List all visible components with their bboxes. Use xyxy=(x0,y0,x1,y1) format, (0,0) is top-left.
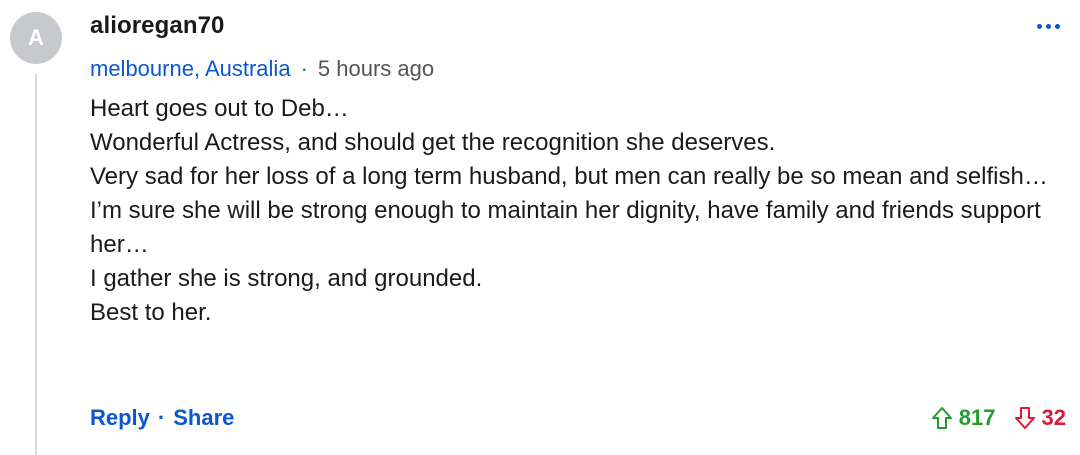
avatar[interactable]: A xyxy=(10,12,62,64)
comment-line: I gather she is strong, and grounded. xyxy=(90,265,483,292)
location-link[interactable]: melbourne, Australia xyxy=(90,56,291,82)
vote-controls: 817 32 xyxy=(931,405,1066,431)
username[interactable]: alioregan70 xyxy=(90,12,225,40)
more-dot xyxy=(1037,24,1042,29)
comment-meta: melbourne, Australia · 5 hours ago xyxy=(90,56,434,82)
upvote-button[interactable]: 817 xyxy=(931,405,996,431)
share-button[interactable]: Share xyxy=(173,405,234,431)
more-dot xyxy=(1046,24,1051,29)
downvote-button[interactable]: 32 xyxy=(1014,405,1066,431)
comment-line: I’m sure she will be strong enough to ma… xyxy=(90,197,1041,258)
reply-button[interactable]: Reply xyxy=(90,405,150,431)
action-separator: · xyxy=(157,405,166,430)
timestamp: 5 hours ago xyxy=(317,56,435,81)
comment-line: Very sad for her loss of a long term hus… xyxy=(90,163,1048,190)
comment-line: Wonderful Actress, and should get the re… xyxy=(90,129,776,156)
comment-actions: Reply · Share xyxy=(90,405,234,431)
arrow-up-icon xyxy=(931,407,952,429)
downvote-count: 32 xyxy=(1041,405,1066,430)
meta-separator: · xyxy=(300,56,308,81)
comment-line: Heart goes out to Deb… xyxy=(90,95,349,122)
arrow-down-icon xyxy=(1014,407,1035,429)
more-dot xyxy=(1055,24,1060,29)
avatar-initial: A xyxy=(28,25,44,50)
comment-body: Heart goes out to Deb… Wonderful Actress… xyxy=(90,92,1065,330)
upvote-count: 817 xyxy=(958,405,996,430)
comment-line: Best to her. xyxy=(90,299,212,326)
thread-line xyxy=(35,74,37,455)
more-options-icon[interactable] xyxy=(1033,20,1064,33)
